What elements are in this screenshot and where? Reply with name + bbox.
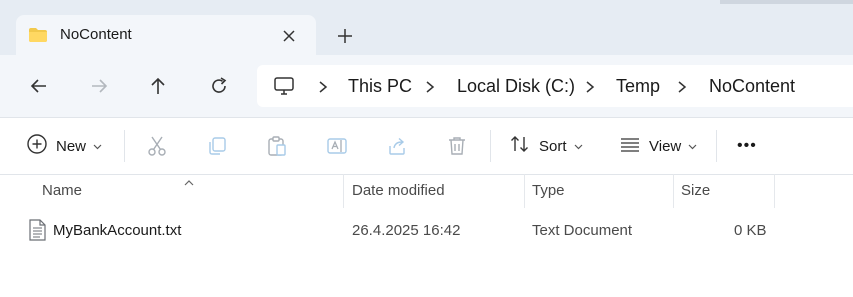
rename-icon[interactable]	[325, 134, 349, 158]
sort-ascending-icon	[183, 174, 195, 192]
new-tab-icon[interactable]	[334, 25, 356, 47]
chevron-right-icon[interactable]	[676, 80, 688, 94]
plus-circle-icon	[26, 133, 48, 160]
column-date-modified[interactable]: Date modified	[352, 182, 445, 199]
chevron-down-icon	[574, 137, 583, 155]
file-row[interactable]: MyBankAccount.txt 26.4.2025 16:42 Text D…	[0, 214, 853, 248]
chevron-right-icon[interactable]	[584, 80, 596, 94]
more-icon: •••	[737, 137, 757, 154]
address-bar[interactable]: This PC Local Disk (C:) Temp NoContent	[257, 65, 853, 107]
chevron-right-icon[interactable]	[424, 80, 436, 94]
column-divider[interactable]	[524, 174, 525, 208]
column-divider[interactable]	[673, 174, 674, 208]
delete-icon[interactable]	[445, 134, 469, 158]
chevron-down-icon	[688, 137, 697, 155]
column-divider[interactable]	[774, 174, 775, 208]
cut-icon[interactable]	[145, 134, 169, 158]
file-name[interactable]: MyBankAccount.txt	[53, 222, 181, 239]
back-arrow-icon[interactable]	[28, 75, 50, 97]
copy-icon[interactable]	[205, 134, 229, 158]
sort-label: Sort	[539, 137, 567, 155]
tab-nocontent[interactable]: NoContent	[16, 15, 316, 55]
separator	[490, 130, 491, 162]
up-arrow-icon[interactable]	[147, 75, 169, 97]
tab-title: NoContent	[60, 26, 132, 43]
paste-icon[interactable]	[265, 134, 289, 158]
column-name[interactable]: Name	[42, 182, 82, 199]
command-bar: New Sort View •••	[0, 117, 853, 175]
close-tab-icon[interactable]	[280, 27, 298, 45]
refresh-icon[interactable]	[208, 75, 230, 97]
more-options-button[interactable]: •••	[737, 118, 757, 174]
title-bar: NoContent	[0, 0, 853, 55]
column-divider[interactable]	[343, 174, 344, 208]
separator	[124, 130, 125, 162]
navigation-bar: This PC Local Disk (C:) Temp NoContent	[0, 55, 853, 117]
file-size: 0 KB	[734, 222, 767, 239]
share-icon[interactable]	[385, 134, 409, 158]
folder-icon	[28, 27, 48, 48]
text-file-icon	[28, 219, 46, 246]
column-size[interactable]: Size	[681, 182, 710, 199]
this-pc-icon	[273, 75, 295, 102]
column-type[interactable]: Type	[532, 182, 565, 199]
new-label: New	[56, 137, 87, 155]
breadcrumb-this-pc[interactable]: This PC	[348, 76, 412, 97]
breadcrumb-temp[interactable]: Temp	[616, 76, 660, 97]
file-date-modified: 26.4.2025 16:42	[352, 222, 461, 239]
forward-arrow-icon[interactable]	[88, 75, 110, 97]
view-icon	[619, 133, 641, 160]
chevron-right-icon[interactable]	[317, 80, 329, 94]
breadcrumb-local-disk[interactable]: Local Disk (C:)	[457, 76, 575, 97]
column-header-row: Name Date modified Type Size	[0, 174, 853, 208]
sort-icon	[509, 133, 531, 160]
sort-button[interactable]: Sort	[509, 118, 583, 174]
file-type: Text Document	[532, 222, 633, 239]
view-button[interactable]: View	[619, 118, 697, 174]
separator	[716, 130, 717, 162]
window-edge	[720, 0, 853, 4]
breadcrumb-nocontent[interactable]: NoContent	[709, 76, 795, 97]
new-button[interactable]: New	[26, 118, 102, 174]
view-label: View	[649, 137, 682, 155]
chevron-down-icon	[93, 137, 102, 155]
